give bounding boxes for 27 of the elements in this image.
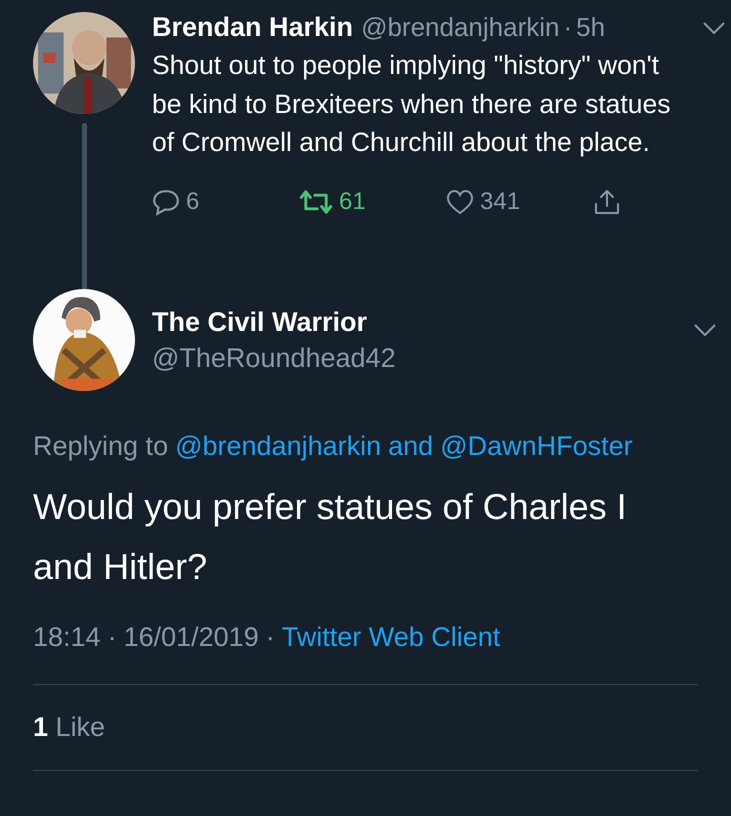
author-name[interactable]: Brendan Harkin bbox=[152, 12, 354, 43]
client-link[interactable]: Twitter Web Client bbox=[282, 622, 500, 653]
likes-count[interactable]: 1 Like bbox=[33, 712, 106, 742]
share-icon[interactable] bbox=[593, 188, 621, 216]
separator: · bbox=[266, 622, 275, 653]
timestamp[interactable]: 5h bbox=[576, 12, 606, 43]
author-handle[interactable]: @brendanjharkin bbox=[361, 12, 560, 43]
author-name[interactable]: The Civil Warrior bbox=[152, 304, 396, 340]
retweet-icon[interactable] bbox=[299, 188, 333, 216]
author-handle[interactable]: @TheRoundhead42 bbox=[152, 340, 396, 376]
mention-link[interactable]: @brendanjharkin bbox=[175, 431, 382, 462]
date: 16/01/2019 bbox=[124, 622, 259, 653]
action-count: 6 bbox=[186, 188, 200, 216]
chevron-down-icon[interactable] bbox=[693, 323, 717, 337]
speech-bubble-icon[interactable] bbox=[152, 188, 180, 216]
tweet-text: Shout out to people implying "history" won't be kind to Brexiteers when there are statues of Cromwell and Churchill about the place. bbox=[152, 49, 672, 159]
timestamp: 18:14 bbox=[33, 622, 101, 653]
replying-label: Replying to bbox=[33, 431, 168, 462]
separator: · bbox=[563, 12, 572, 43]
separator: · bbox=[108, 622, 117, 653]
replying-joiner: and bbox=[388, 431, 434, 462]
action-count: 61 bbox=[339, 188, 366, 216]
action-count: 341 bbox=[480, 188, 520, 216]
mention-link[interactable]: @DawnHFoster bbox=[440, 431, 633, 462]
chevron-down-icon[interactable] bbox=[702, 21, 726, 35]
heart-icon[interactable] bbox=[446, 188, 474, 216]
tweet-text: Would you prefer statues of Charles I and Hitler? bbox=[33, 485, 628, 589]
